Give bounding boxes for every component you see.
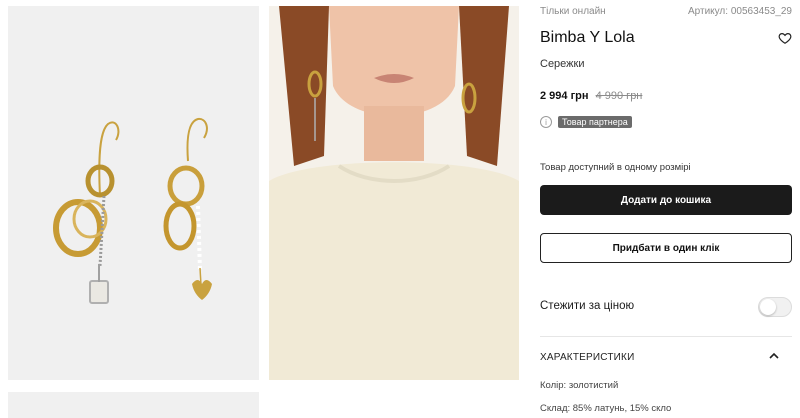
- current-price: 2 994 грн: [540, 90, 589, 102]
- product-image-thumb-3[interactable]: [8, 392, 259, 418]
- product-gallery: [0, 0, 530, 418]
- buy-one-click-button[interactable]: Придбати в один клік: [540, 233, 792, 263]
- old-price: 4 990 грн: [595, 90, 643, 102]
- chevron-up-icon[interactable]: [768, 350, 780, 362]
- earrings-illustration: [53, 117, 212, 304]
- divider: [540, 336, 792, 337]
- brand-name[interactable]: Bimba Y Lola: [540, 29, 635, 47]
- characteristic-color: Колір: золотистий: [540, 380, 619, 391]
- info-icon[interactable]: i: [540, 116, 552, 128]
- article-number: Артикул: 00563453_29: [687, 6, 792, 17]
- product-info-panel: Тільки онлайн Артикул: 00563453_29 Bimba…: [540, 0, 792, 418]
- product-image-earrings[interactable]: [8, 6, 259, 380]
- price-block: 2 994 грн 4 990 грн: [540, 90, 642, 102]
- product-image-thumb-4[interactable]: [269, 392, 519, 418]
- price-watch-label: Стежити за ціною: [540, 300, 635, 312]
- toggle-knob: [760, 299, 776, 315]
- characteristic-composition: Склад: 85% латунь, 15% скло: [540, 403, 672, 414]
- partner-badge: Товар партнера: [558, 116, 632, 128]
- size-availability-note: Товар доступний в одному розмірі: [540, 162, 691, 173]
- price-watch-toggle[interactable]: [758, 297, 792, 317]
- add-to-cart-button[interactable]: Додати до кошика: [540, 185, 792, 215]
- model-illustration: [269, 6, 519, 380]
- product-image-model[interactable]: [269, 6, 519, 380]
- product-category: Сережки: [540, 58, 585, 70]
- characteristics-heading[interactable]: ХАРАКТЕРИСТИКИ: [540, 352, 634, 363]
- partner-row: i Товар партнера: [540, 115, 632, 129]
- online-only-label: Тільки онлайн: [540, 6, 606, 17]
- heart-icon[interactable]: [778, 31, 792, 45]
